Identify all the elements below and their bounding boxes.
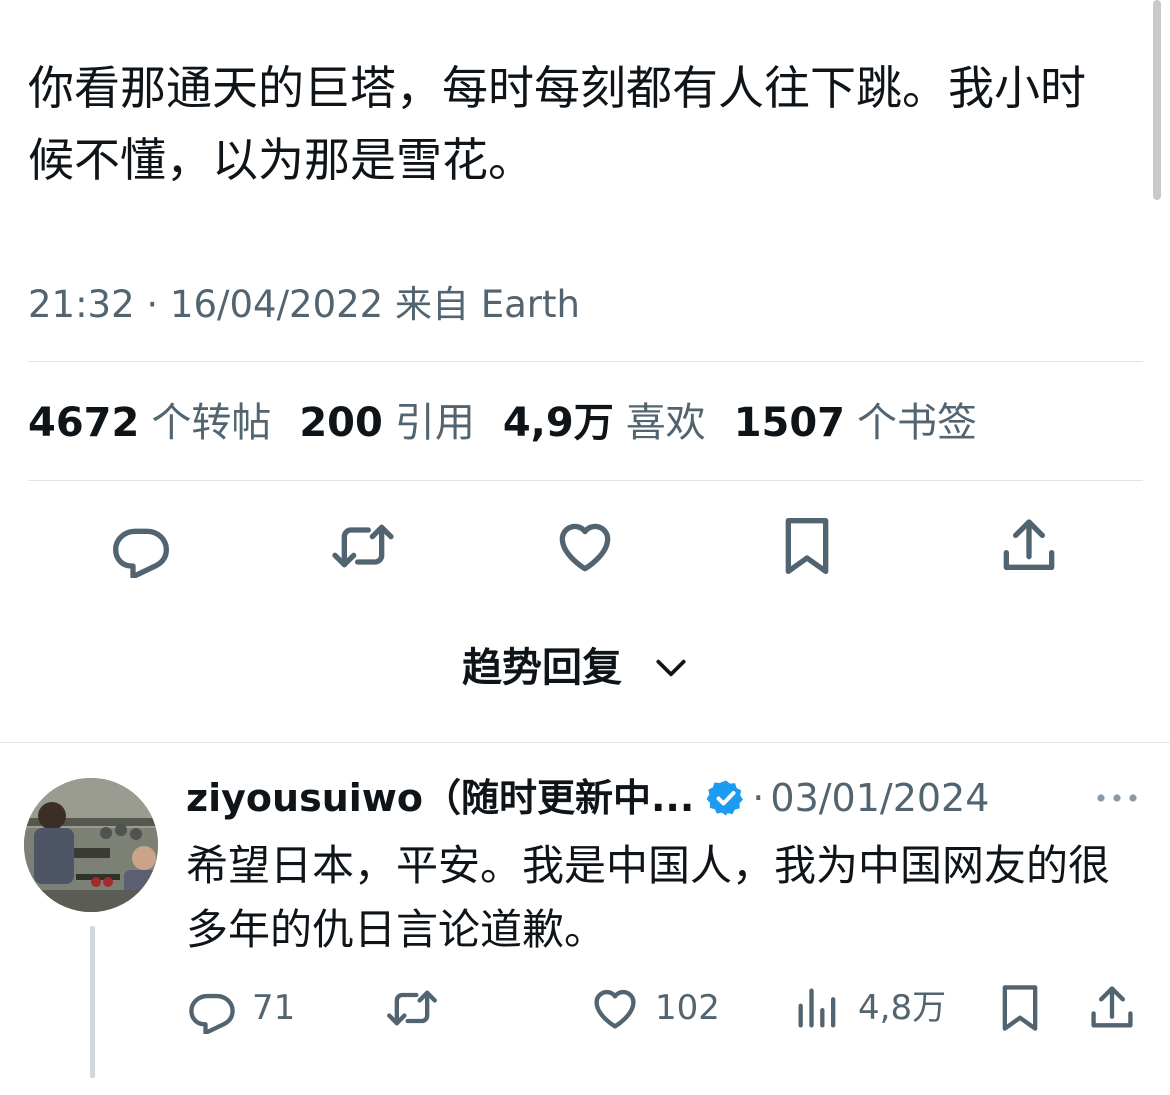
tweet-stats: 4672 个转帖 200 引用 4,9万 喜欢 1507 个书签: [28, 395, 977, 451]
tweet-date[interactable]: 16/04/2022: [170, 283, 383, 326]
like-icon: [559, 523, 611, 572]
section-divider: [0, 742, 1170, 743]
reply-bookmark-button[interactable]: [994, 978, 1046, 1038]
trending-replies-label: 趋势回复: [462, 645, 622, 691]
reply-retweet-button[interactable]: [386, 978, 438, 1038]
share-button[interactable]: [993, 510, 1065, 582]
share-icon: [1091, 986, 1133, 1028]
reply-display-name[interactable]: ziyousuiwo（随时更新中...: [186, 772, 694, 824]
share-icon: [1003, 519, 1055, 570]
trending-replies-toggle[interactable]: 趋势回复: [462, 640, 690, 696]
bookmark-button[interactable]: [771, 510, 843, 582]
stat-label: 引用: [394, 400, 475, 446]
stat-value: 4672: [28, 400, 140, 446]
view-count: 4,8万: [858, 988, 947, 1028]
reply-button[interactable]: [105, 510, 177, 582]
stat-retweets[interactable]: 4672 个转帖: [28, 395, 271, 451]
tweet-text: 你看那通天的巨塔，每时每刻都有人往下跳。我小时候不懂，以为那是雪花。: [28, 61, 1086, 187]
reply-reply-button[interactable]: 71: [186, 978, 295, 1038]
divider: [28, 361, 1143, 362]
chevron-down-icon: [656, 659, 686, 677]
retweet-icon: [332, 524, 394, 568]
tweet-source: Earth: [480, 283, 580, 326]
avatar-image: [24, 778, 158, 912]
stat-bookmarks[interactable]: 1507 个书签: [734, 395, 977, 451]
bookmark-icon: [1002, 985, 1038, 1031]
source-prefix: 来自: [394, 283, 469, 326]
avatar[interactable]: [24, 778, 158, 912]
header-separator: ·: [752, 776, 765, 820]
reply-header: ziyousuiwo（随时更新中... · 03/01/2024: [186, 772, 989, 824]
views-chart-icon: [798, 988, 836, 1028]
tweet-time[interactable]: 21:32: [28, 283, 135, 326]
reply-share-button[interactable]: [1086, 978, 1138, 1038]
like-count: 102: [655, 988, 720, 1028]
reply-count: 71: [252, 988, 296, 1028]
reply-icon: [189, 993, 235, 1034]
reply-date[interactable]: 03/01/2024: [770, 772, 989, 824]
stat-value: 4,9万: [502, 400, 614, 446]
reply-icon: [113, 528, 169, 578]
stat-label: 喜欢: [625, 400, 706, 446]
divider: [28, 480, 1143, 481]
meta-dot: ·: [146, 283, 170, 326]
reply-like-button[interactable]: 102: [589, 978, 720, 1038]
more-options-button[interactable]: [1093, 784, 1141, 812]
stat-label: 个转帖: [151, 400, 272, 446]
reply-views-button[interactable]: 4,8万: [792, 978, 946, 1038]
reply-text: 希望日本，平安。我是中国人，我为中国网友的很多年的仇日言论道歉。: [186, 841, 1111, 954]
like-button[interactable]: [549, 510, 621, 582]
stat-quotes[interactable]: 200 引用: [299, 395, 475, 451]
retweet-button[interactable]: [327, 510, 399, 582]
thread-line: [90, 926, 95, 1078]
verified-badge-icon: [706, 780, 744, 816]
stat-label: 个书签: [857, 400, 978, 446]
tweet-meta: 21:32 · 16/04/2022 来自 Earth: [28, 280, 580, 330]
like-icon: [594, 989, 636, 1029]
bookmark-icon: [785, 518, 829, 574]
more-icon: [1097, 794, 1137, 802]
stat-likes[interactable]: 4,9万 喜欢: [503, 395, 706, 451]
stat-value: 200: [299, 400, 383, 446]
stat-value: 1507: [733, 400, 846, 446]
retweet-icon: [387, 990, 437, 1026]
scrollbar[interactable]: [1153, 0, 1161, 200]
